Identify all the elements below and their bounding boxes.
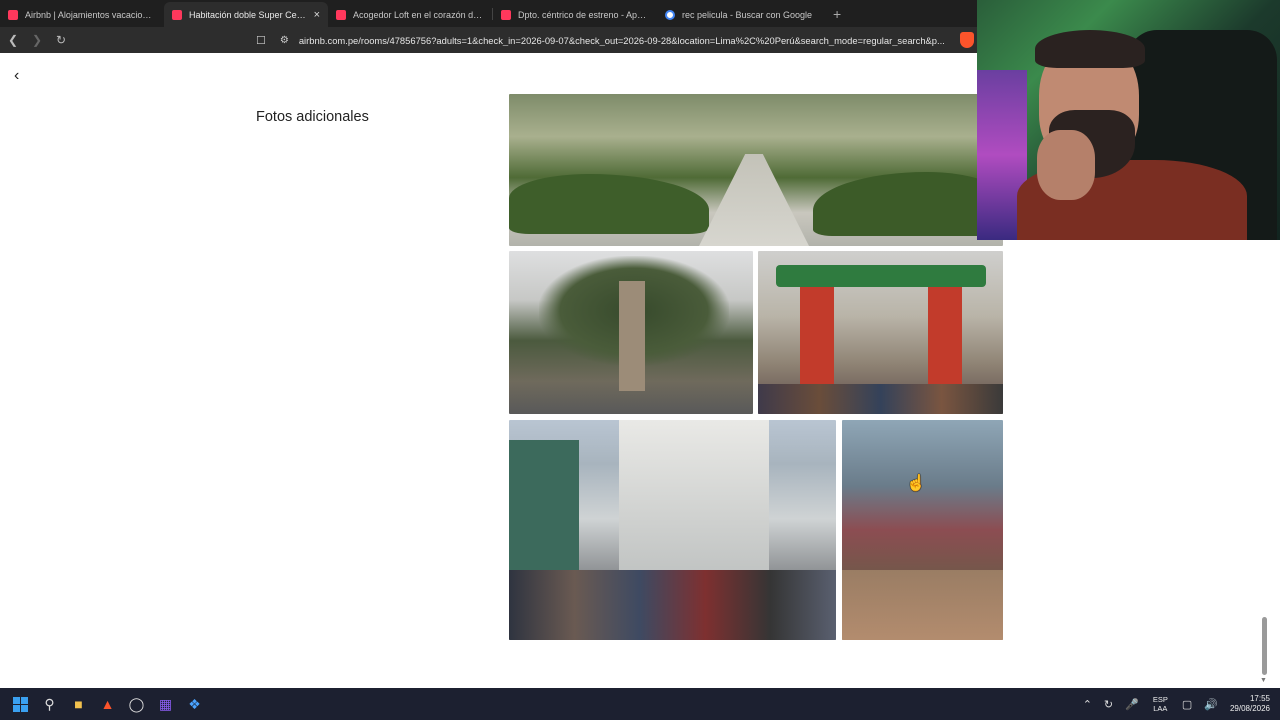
tab-acogedor-loft[interactable]: Acogedor Loft en el corazón de Linc xyxy=(328,2,492,27)
photo-detail xyxy=(758,384,1003,414)
photo-detail xyxy=(813,172,1003,236)
section-title: Fotos adicionales xyxy=(256,109,369,125)
hand-cursor-icon: ☝ xyxy=(906,475,926,492)
chevron-up-icon[interactable]: ⌃ xyxy=(1083,698,1092,711)
airbnb-favicon-icon xyxy=(336,9,346,20)
address-bar[interactable]: ☐ ⚙ airbnb.com.pe/rooms/47856756?adults=… xyxy=(256,30,976,50)
webcam-overlay xyxy=(977,0,1280,240)
airbnb-favicon-icon xyxy=(8,9,18,20)
page-scrollbar[interactable]: ▼ xyxy=(1259,55,1270,688)
tab-title: rec pelicula - Buscar con Google xyxy=(682,9,813,20)
forward-arrow-icon[interactable]: ❯ xyxy=(26,33,48,47)
tab-habitacion-doble[interactable]: Habitación doble Super Centric × xyxy=(164,2,328,27)
scrollbar-thumb[interactable] xyxy=(1262,617,1267,675)
close-tab-icon[interactable]: × xyxy=(314,9,320,21)
system-tray: ⌃ ↻ 🎤 ESP LAA ▢ 🔊 17:55 29/08/2026 xyxy=(1077,688,1270,720)
volume-icon[interactable]: 🔊 xyxy=(1204,698,1218,711)
google-favicon-icon xyxy=(665,9,675,20)
photo-detail xyxy=(928,287,962,397)
photo-mall-interior[interactable] xyxy=(842,420,1003,640)
tab-airbnb-home[interactable]: Airbnb | Alojamientos vacacionales y xyxy=(0,2,164,27)
vscode-icon[interactable]: ❖ xyxy=(180,688,209,720)
page-back-chevron-icon[interactable]: ‹ xyxy=(14,67,19,85)
photo-chinatown-gate[interactable] xyxy=(758,251,1003,414)
photo-detail xyxy=(619,420,769,580)
photo-detail xyxy=(842,570,1003,640)
windows-start-icon[interactable] xyxy=(6,688,35,720)
brave-browser-icon[interactable]: ▲ xyxy=(93,688,122,720)
clock-time: 17:55 xyxy=(1249,694,1270,703)
url-text[interactable]: airbnb.com.pe/rooms/47856756?adults=1&ch… xyxy=(299,35,945,46)
photo-detail xyxy=(699,154,809,246)
app-grid-icon[interactable]: ▦ xyxy=(151,688,180,720)
airbnb-favicon-icon xyxy=(172,9,182,20)
webcam-detail xyxy=(1037,130,1095,200)
webcam-detail xyxy=(1035,30,1145,68)
language-code: ESP xyxy=(1152,695,1168,704)
bookmark-icon[interactable]: ☐ xyxy=(256,34,266,47)
brave-shield-icon[interactable] xyxy=(960,32,974,48)
site-settings-icon[interactable]: ⚙ xyxy=(280,35,289,46)
file-explorer-icon[interactable]: ■ xyxy=(64,688,93,720)
tab-title: Acogedor Loft en el corazón de Linc xyxy=(353,9,484,20)
tab-title: Airbnb | Alojamientos vacacionales y xyxy=(25,9,156,20)
tab-title: Habitación doble Super Centric xyxy=(189,9,308,20)
photo-park-walkway[interactable] xyxy=(509,94,1003,246)
photo-detail xyxy=(800,287,834,397)
back-arrow-icon[interactable]: ❮ xyxy=(2,33,24,47)
reload-icon[interactable]: ↻ xyxy=(50,33,72,47)
airbnb-favicon-icon xyxy=(501,9,511,20)
search-icon[interactable]: ⚲ xyxy=(35,688,64,720)
scroll-down-arrow-icon[interactable]: ▼ xyxy=(1260,677,1267,684)
network-icon[interactable]: ▢ xyxy=(1182,698,1192,711)
tab-dpto-centrico[interactable]: Dpto. céntrico de estreno - Apartam xyxy=(493,2,657,27)
photo-detail xyxy=(619,281,645,391)
sync-icon[interactable]: ↻ xyxy=(1104,698,1113,711)
clock-date: 29/08/2026 xyxy=(1229,704,1270,713)
windows-taskbar: ⚲ ■ ▲ ◯ ▦ ❖ ⌃ ↻ 🎤 ESP LAA ▢ 🔊 17:55 29/0… xyxy=(0,688,1280,720)
tab-title: Dpto. céntrico de estreno - Apartam xyxy=(518,9,649,20)
photo-detail xyxy=(509,440,579,590)
new-tab-button[interactable]: + xyxy=(833,6,841,22)
clock[interactable]: 17:55 29/08/2026 xyxy=(1230,694,1270,714)
photo-detail xyxy=(776,265,986,287)
microphone-icon[interactable]: 🎤 xyxy=(1125,698,1139,711)
tab-google-search[interactable]: rec pelicula - Buscar con Google xyxy=(657,2,821,27)
language-layout: LAA xyxy=(1153,704,1168,713)
obs-icon[interactable]: ◯ xyxy=(122,688,151,720)
photo-shopping-street[interactable] xyxy=(509,420,836,640)
photo-church-tower[interactable] xyxy=(509,251,753,414)
input-language[interactable]: ESP LAA xyxy=(1153,695,1168,713)
photo-detail xyxy=(509,570,836,640)
photo-detail xyxy=(509,174,709,234)
